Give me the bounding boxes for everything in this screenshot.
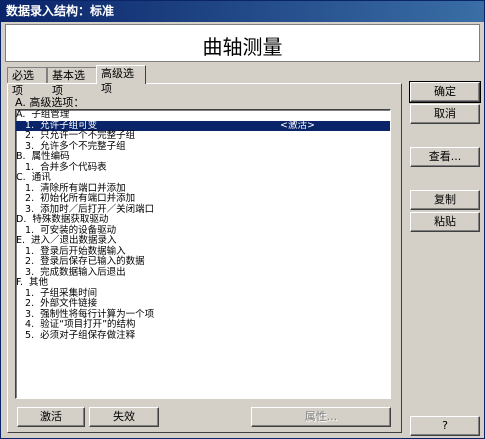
list-item-text: 1. 允许子组可变: [16, 119, 98, 131]
paste-button[interactable]: 粘贴: [410, 212, 480, 232]
status-badge: <激活>: [280, 119, 315, 131]
list-item-text: 2. 外部文件链接: [16, 298, 98, 309]
list-item-text: 2. 登录后保存已输入的数据: [16, 256, 145, 267]
properties-button[interactable]: 属性...: [251, 407, 391, 427]
options-label: A. 高级选项：: [15, 96, 85, 109]
tab-required[interactable]: 必选项: [7, 67, 47, 97]
list-item-text: F. 其他: [16, 277, 48, 288]
list-item-text: 3. 添加时／后打开／关闭端口: [16, 203, 155, 215]
list-item-text: 2. 只允许一个不完整子组: [16, 130, 136, 141]
cancel-button[interactable]: 取消: [410, 104, 480, 124]
tab-basic[interactable]: 基本选项: [47, 67, 97, 97]
list-item-text: C. 通讯: [16, 172, 51, 183]
copy-button[interactable]: 复制: [410, 190, 480, 210]
help-button[interactable]: ?: [410, 416, 480, 436]
list-item-text: E. 进入／退出数据录入: [16, 235, 117, 246]
list-item-text: 3. 完成数据输入后退出: [16, 266, 126, 278]
list-item-text: 2. 初始化所有端口并添加: [16, 193, 136, 204]
list-item-text: 3. 允许多个不完整子组: [16, 140, 126, 152]
list-item[interactable]: 5. 必须对子组保存做注释: [16, 329, 390, 342]
list-item-text: B. 属性编码: [16, 151, 70, 162]
tab-advanced[interactable]: 高级选项: [96, 65, 146, 95]
list-item[interactable]: 3. 允许多个不完整子组: [16, 140, 390, 153]
list-item-text: 1. 清除所有端口并添加: [16, 182, 126, 194]
title-bar: 数据录入结构：标准: [1, 1, 484, 22]
list-item[interactable]: 3. 完成数据输入后退出: [16, 266, 390, 279]
list-item-text: 1. 可安装的设备驱动: [16, 224, 117, 236]
dialog-window: 数据录入结构：标准 曲轴测量 必选项 基本选项 高级选项 A. 高级选项： A.…: [0, 0, 485, 439]
list-item-text: A. 子组管理: [16, 109, 70, 120]
list-item-text: 1. 合并多个代码表: [16, 161, 107, 173]
list-item-text: 4. 验证“项目打开”的结构: [16, 319, 136, 330]
list-item-text: 1. 子组采集时间: [16, 287, 98, 299]
options-listbox[interactable]: A. 子组管理 1. 允许子组可变 <激活> 2. 只允许一个不完整子组 3. 允…: [15, 109, 391, 399]
list-item-text: 3. 强制性将每行计算为一个项: [16, 308, 155, 320]
list-item-text: D. 特殊数据获取驱动: [16, 214, 109, 225]
deactivate-button[interactable]: 失效: [89, 407, 159, 427]
activate-button[interactable]: 激活: [17, 407, 85, 427]
window-title: 数据录入结构：标准: [6, 4, 115, 18]
page-title: 曲轴测量: [202, 35, 283, 59]
header-panel: 曲轴测量: [5, 24, 480, 62]
list-item-text: 1. 登录后开始数据输入: [16, 245, 126, 257]
ok-button[interactable]: 确定: [409, 81, 481, 103]
view-button[interactable]: 查看...: [410, 147, 480, 167]
list-item[interactable]: 1. 合并多个代码表: [16, 161, 390, 174]
list-item-text: 5. 必须对子组保存做注释: [16, 329, 136, 341]
